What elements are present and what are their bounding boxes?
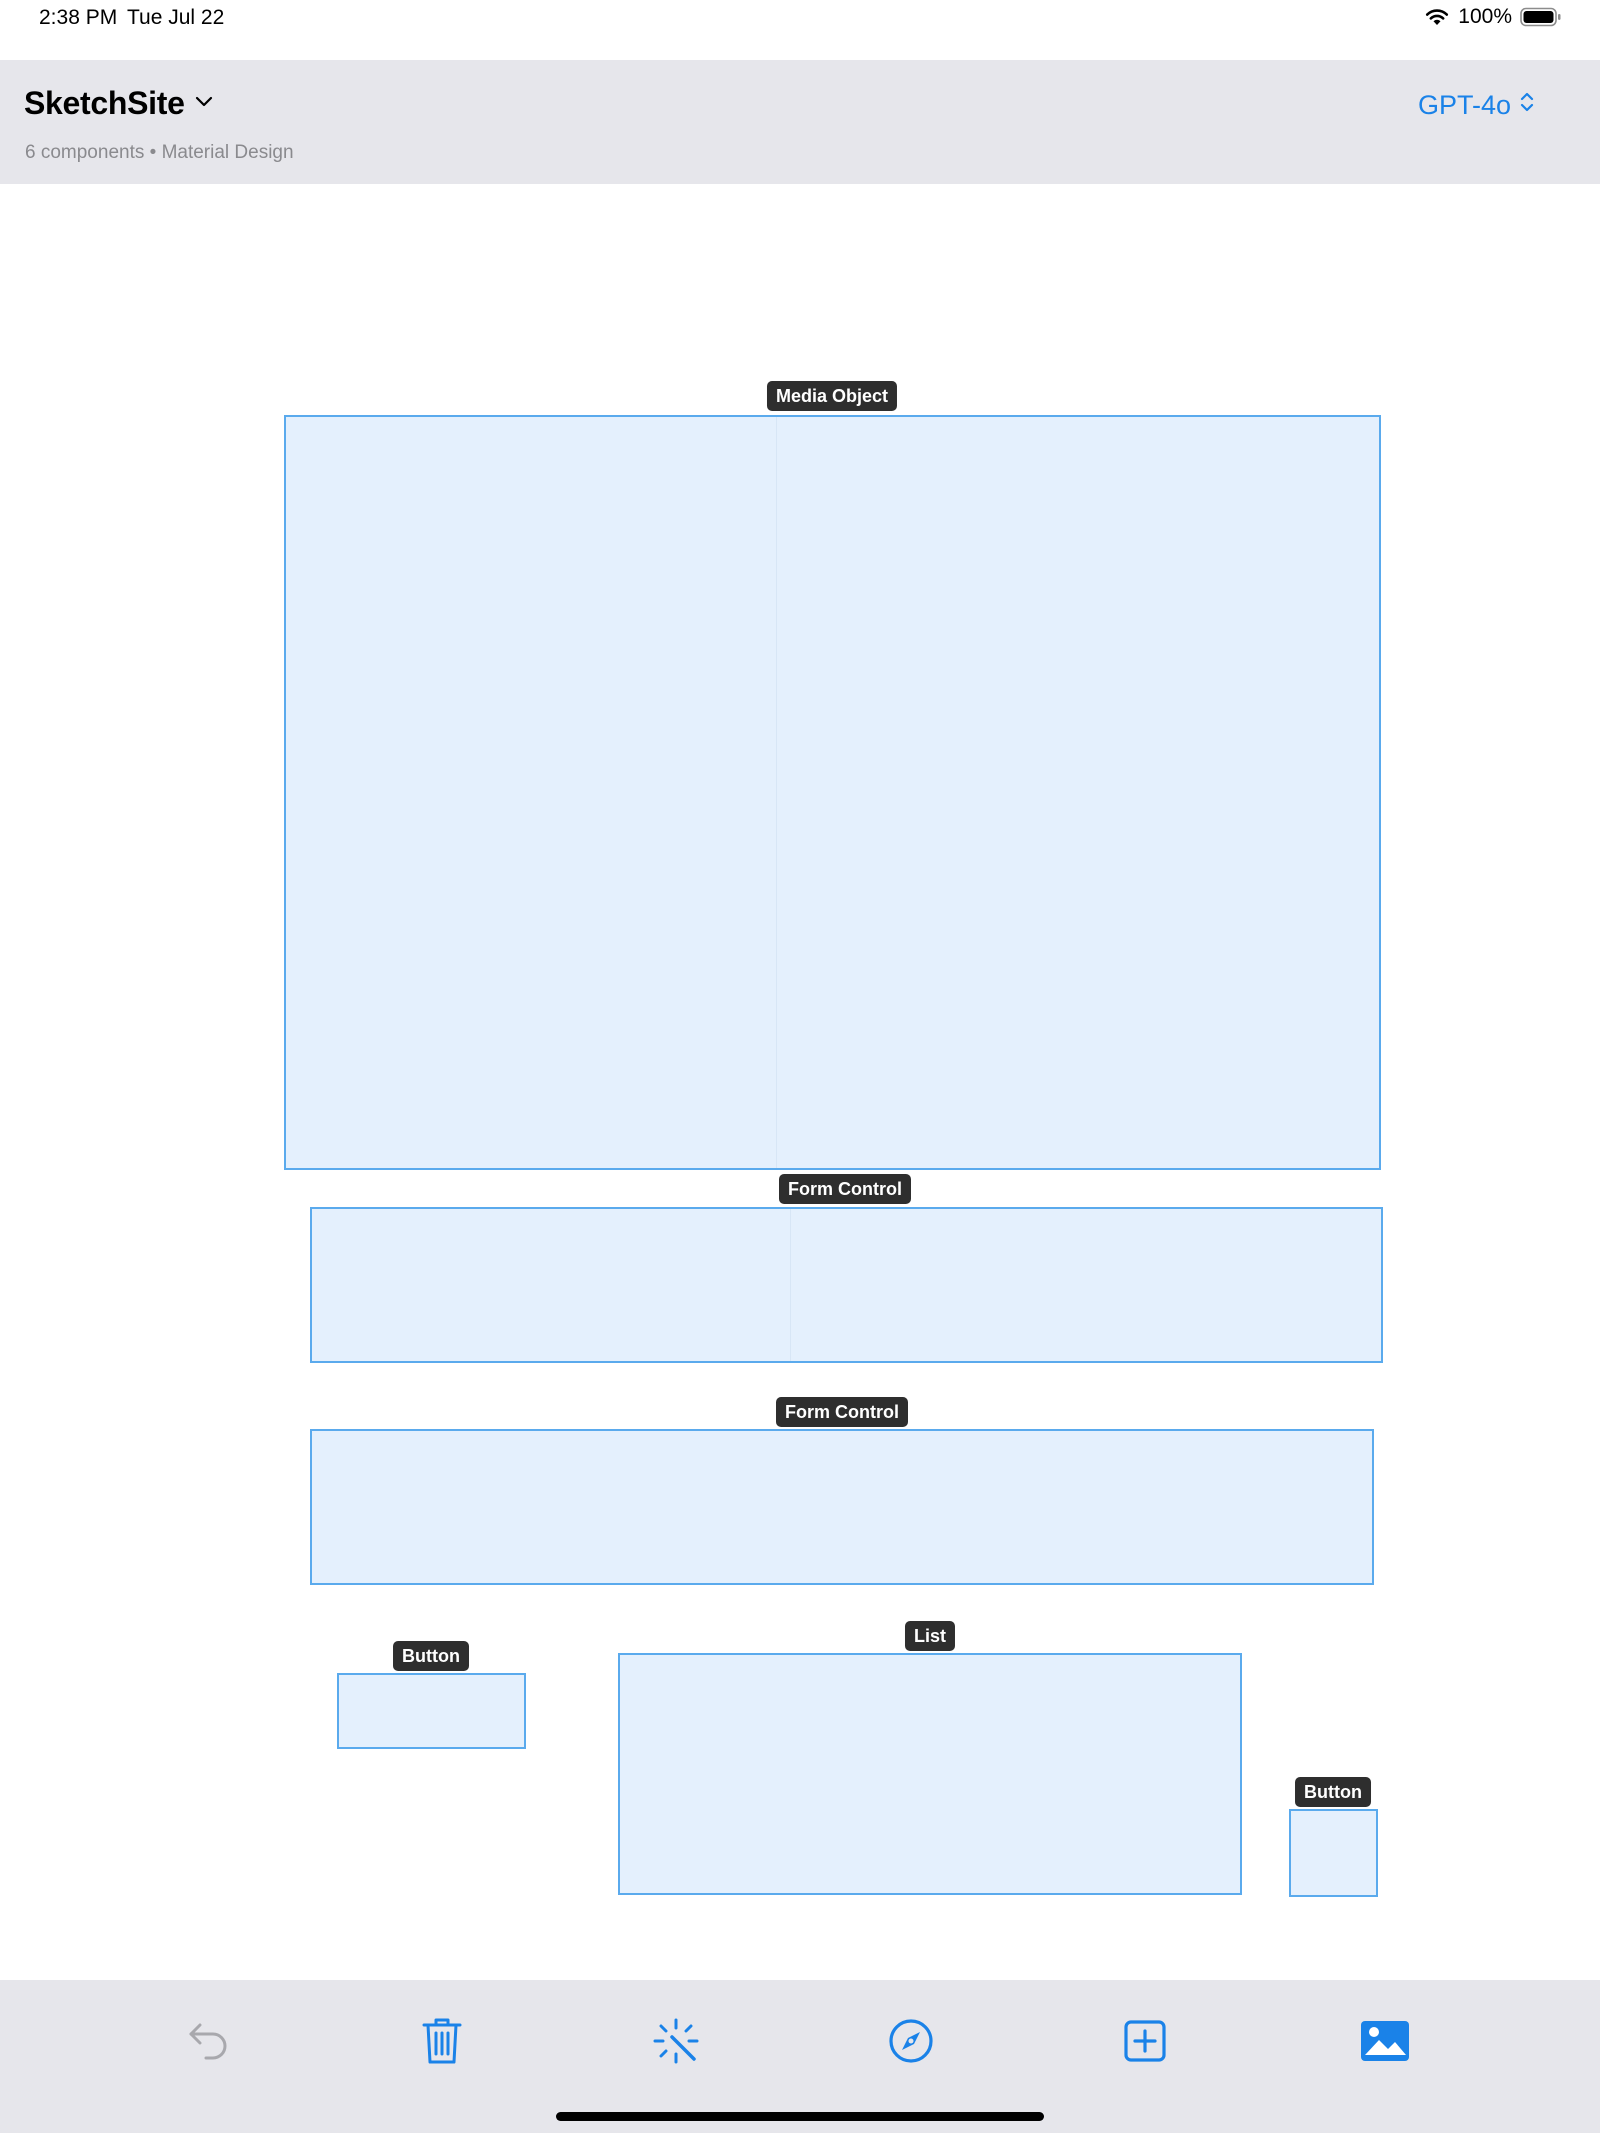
explore-button[interactable] [881,2013,941,2073]
column-divider [776,417,777,1168]
component-label-media-object: Media Object [766,381,898,411]
project-subtitle: 6 components • Material Design [25,142,294,163]
component-form-control[interactable] [310,1429,1374,1585]
status-bar: 2:38 PM Tue Jul 22 100% [0,0,1600,60]
chevron-up-down-icon [1519,90,1535,121]
add-component-button[interactable] [1115,2013,1175,2073]
add-square-icon [1123,2019,1167,2068]
component-label-button: Button [1295,1777,1371,1807]
component-media-object[interactable] [284,415,1381,1170]
auto-detect-button[interactable] [646,2013,706,2073]
component-label-form-control: Form Control [776,1397,908,1427]
component-label-button: Button [393,1641,469,1671]
bottom-toolbar [0,1980,1600,2133]
sketch-canvas[interactable]: Media Object Form Control Form Control B… [0,184,1600,1980]
delete-button[interactable] [412,2013,472,2073]
status-date: Tue Jul 22 [127,6,225,29]
status-indicators: 100% [1424,5,1562,29]
component-form-control[interactable] [310,1207,1383,1363]
trash-icon [421,2016,463,2071]
compass-icon [887,2017,935,2070]
model-name: GPT-4o [1417,90,1511,120]
wifi-icon [1424,7,1450,27]
component-label-list: List [904,1621,956,1651]
undo-button[interactable] [179,2013,239,2073]
project-title: SketchSite [24,85,185,121]
battery-percentage: 100% [1458,5,1512,28]
photo-icon [1359,2019,1411,2068]
component-label-form-control: Form Control [779,1174,911,1204]
status-time: 2:38 PM [39,6,118,29]
component-button[interactable] [1289,1809,1378,1897]
chevron-down-icon [195,95,213,113]
magic-wand-icon [652,2017,700,2070]
photo-library-button[interactable] [1355,2013,1415,2073]
header-bar: SketchSite 6 components • Material Desig… [0,60,1600,184]
component-list[interactable] [618,1653,1242,1895]
battery-icon [1520,7,1562,27]
component-button[interactable] [337,1673,526,1749]
project-title-menu[interactable]: SketchSite [24,85,213,122]
model-picker[interactable]: GPT-4o [1418,90,1535,121]
undo-icon [186,2019,232,2068]
column-divider [790,1209,791,1361]
home-indicator [556,2112,1044,2121]
